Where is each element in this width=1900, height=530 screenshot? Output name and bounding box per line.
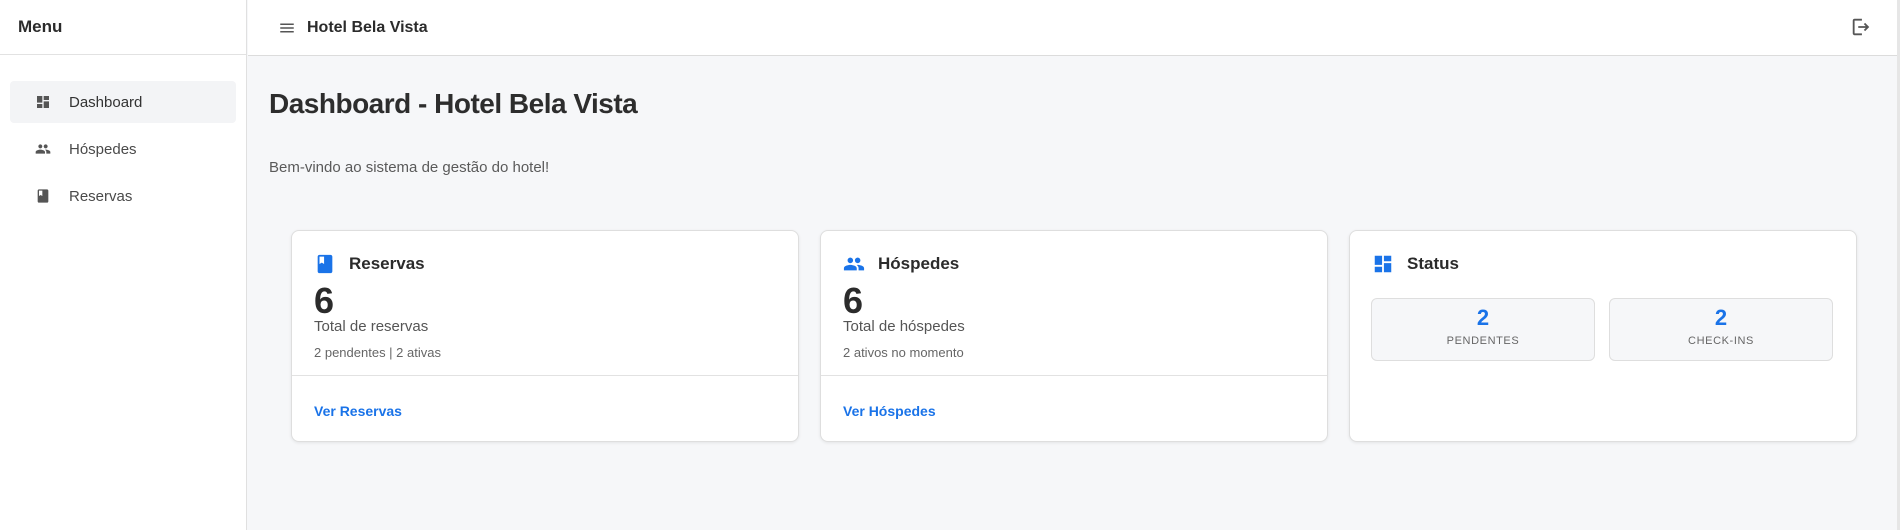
card-header: Status — [1372, 253, 1459, 275]
app-title: Hotel Bela Vista — [307, 18, 428, 36]
sidebar-item-dashboard[interactable]: Dashboard — [10, 81, 236, 123]
pendentes-label: PENDENTES — [1446, 335, 1520, 347]
sidebar-item-reservas[interactable]: Reservas — [10, 175, 236, 217]
people-icon — [35, 141, 51, 157]
dashboard-icon — [35, 94, 51, 110]
ver-reservas-link[interactable]: Ver Reservas — [314, 403, 402, 419]
sidebar-item-label: Hóspedes — [69, 140, 137, 158]
sidebar-item-label: Reservas — [69, 187, 133, 205]
hospedes-total-label: Total de hóspedes — [843, 318, 965, 335]
card-title: Status — [1407, 254, 1459, 273]
main-content: Dashboard - Hotel Bela Vista Bem-vindo a… — [248, 56, 1897, 530]
reservas-detail: 2 pendentes | 2 ativas — [314, 345, 441, 360]
page-title: Dashboard - Hotel Bela Vista — [269, 88, 638, 119]
card-header: Hóspedes — [843, 253, 959, 275]
sidebar-nav: Dashboard Hóspedes Reservas — [0, 55, 246, 217]
status-card: Status 2 PENDENTES 2 CHECK-INS — [1349, 230, 1857, 442]
pendentes-value: 2 — [1476, 305, 1490, 330]
card-header: Reservas — [314, 253, 425, 275]
checkins-label: CHECK-INS — [1688, 335, 1754, 347]
ver-hospedes-link[interactable]: Ver Hóspedes — [843, 403, 936, 419]
pendentes-stat: 2 PENDENTES — [1371, 298, 1595, 361]
dashboard-icon — [1372, 253, 1394, 275]
hospedes-detail: 2 ativos no momento — [843, 345, 964, 360]
card-divider — [821, 375, 1327, 376]
people-icon — [843, 253, 865, 275]
sidebar: Menu Dashboard Hóspedes Reservas — [0, 0, 247, 530]
menu-icon[interactable] — [277, 18, 297, 38]
checkins-value: 2 — [1714, 305, 1728, 330]
reservas-total-label: Total de reservas — [314, 318, 429, 335]
hospedes-card: Hóspedes 6 Total de hóspedes 2 ativos no… — [820, 230, 1328, 442]
top-bar: Hotel Bela Vista — [248, 0, 1897, 56]
sidebar-title: Menu — [0, 0, 246, 55]
sidebar-item-hospedes[interactable]: Hóspedes — [10, 128, 236, 170]
reservas-total-value: 6 — [314, 280, 335, 321]
book-icon — [35, 188, 51, 204]
sidebar-item-label: Dashboard — [69, 93, 143, 111]
logout-icon[interactable] — [1850, 16, 1872, 38]
page-subtitle: Bem-vindo ao sistema de gestão do hotel! — [269, 159, 550, 176]
card-divider — [292, 375, 798, 376]
checkins-stat: 2 CHECK-INS — [1609, 298, 1833, 361]
card-title: Hóspedes — [878, 254, 960, 273]
card-title: Reservas — [349, 254, 425, 273]
bookmark-icon — [314, 253, 336, 275]
reservas-card: Reservas 6 Total de reservas 2 pendentes… — [291, 230, 799, 442]
hospedes-total-value: 6 — [843, 280, 864, 321]
